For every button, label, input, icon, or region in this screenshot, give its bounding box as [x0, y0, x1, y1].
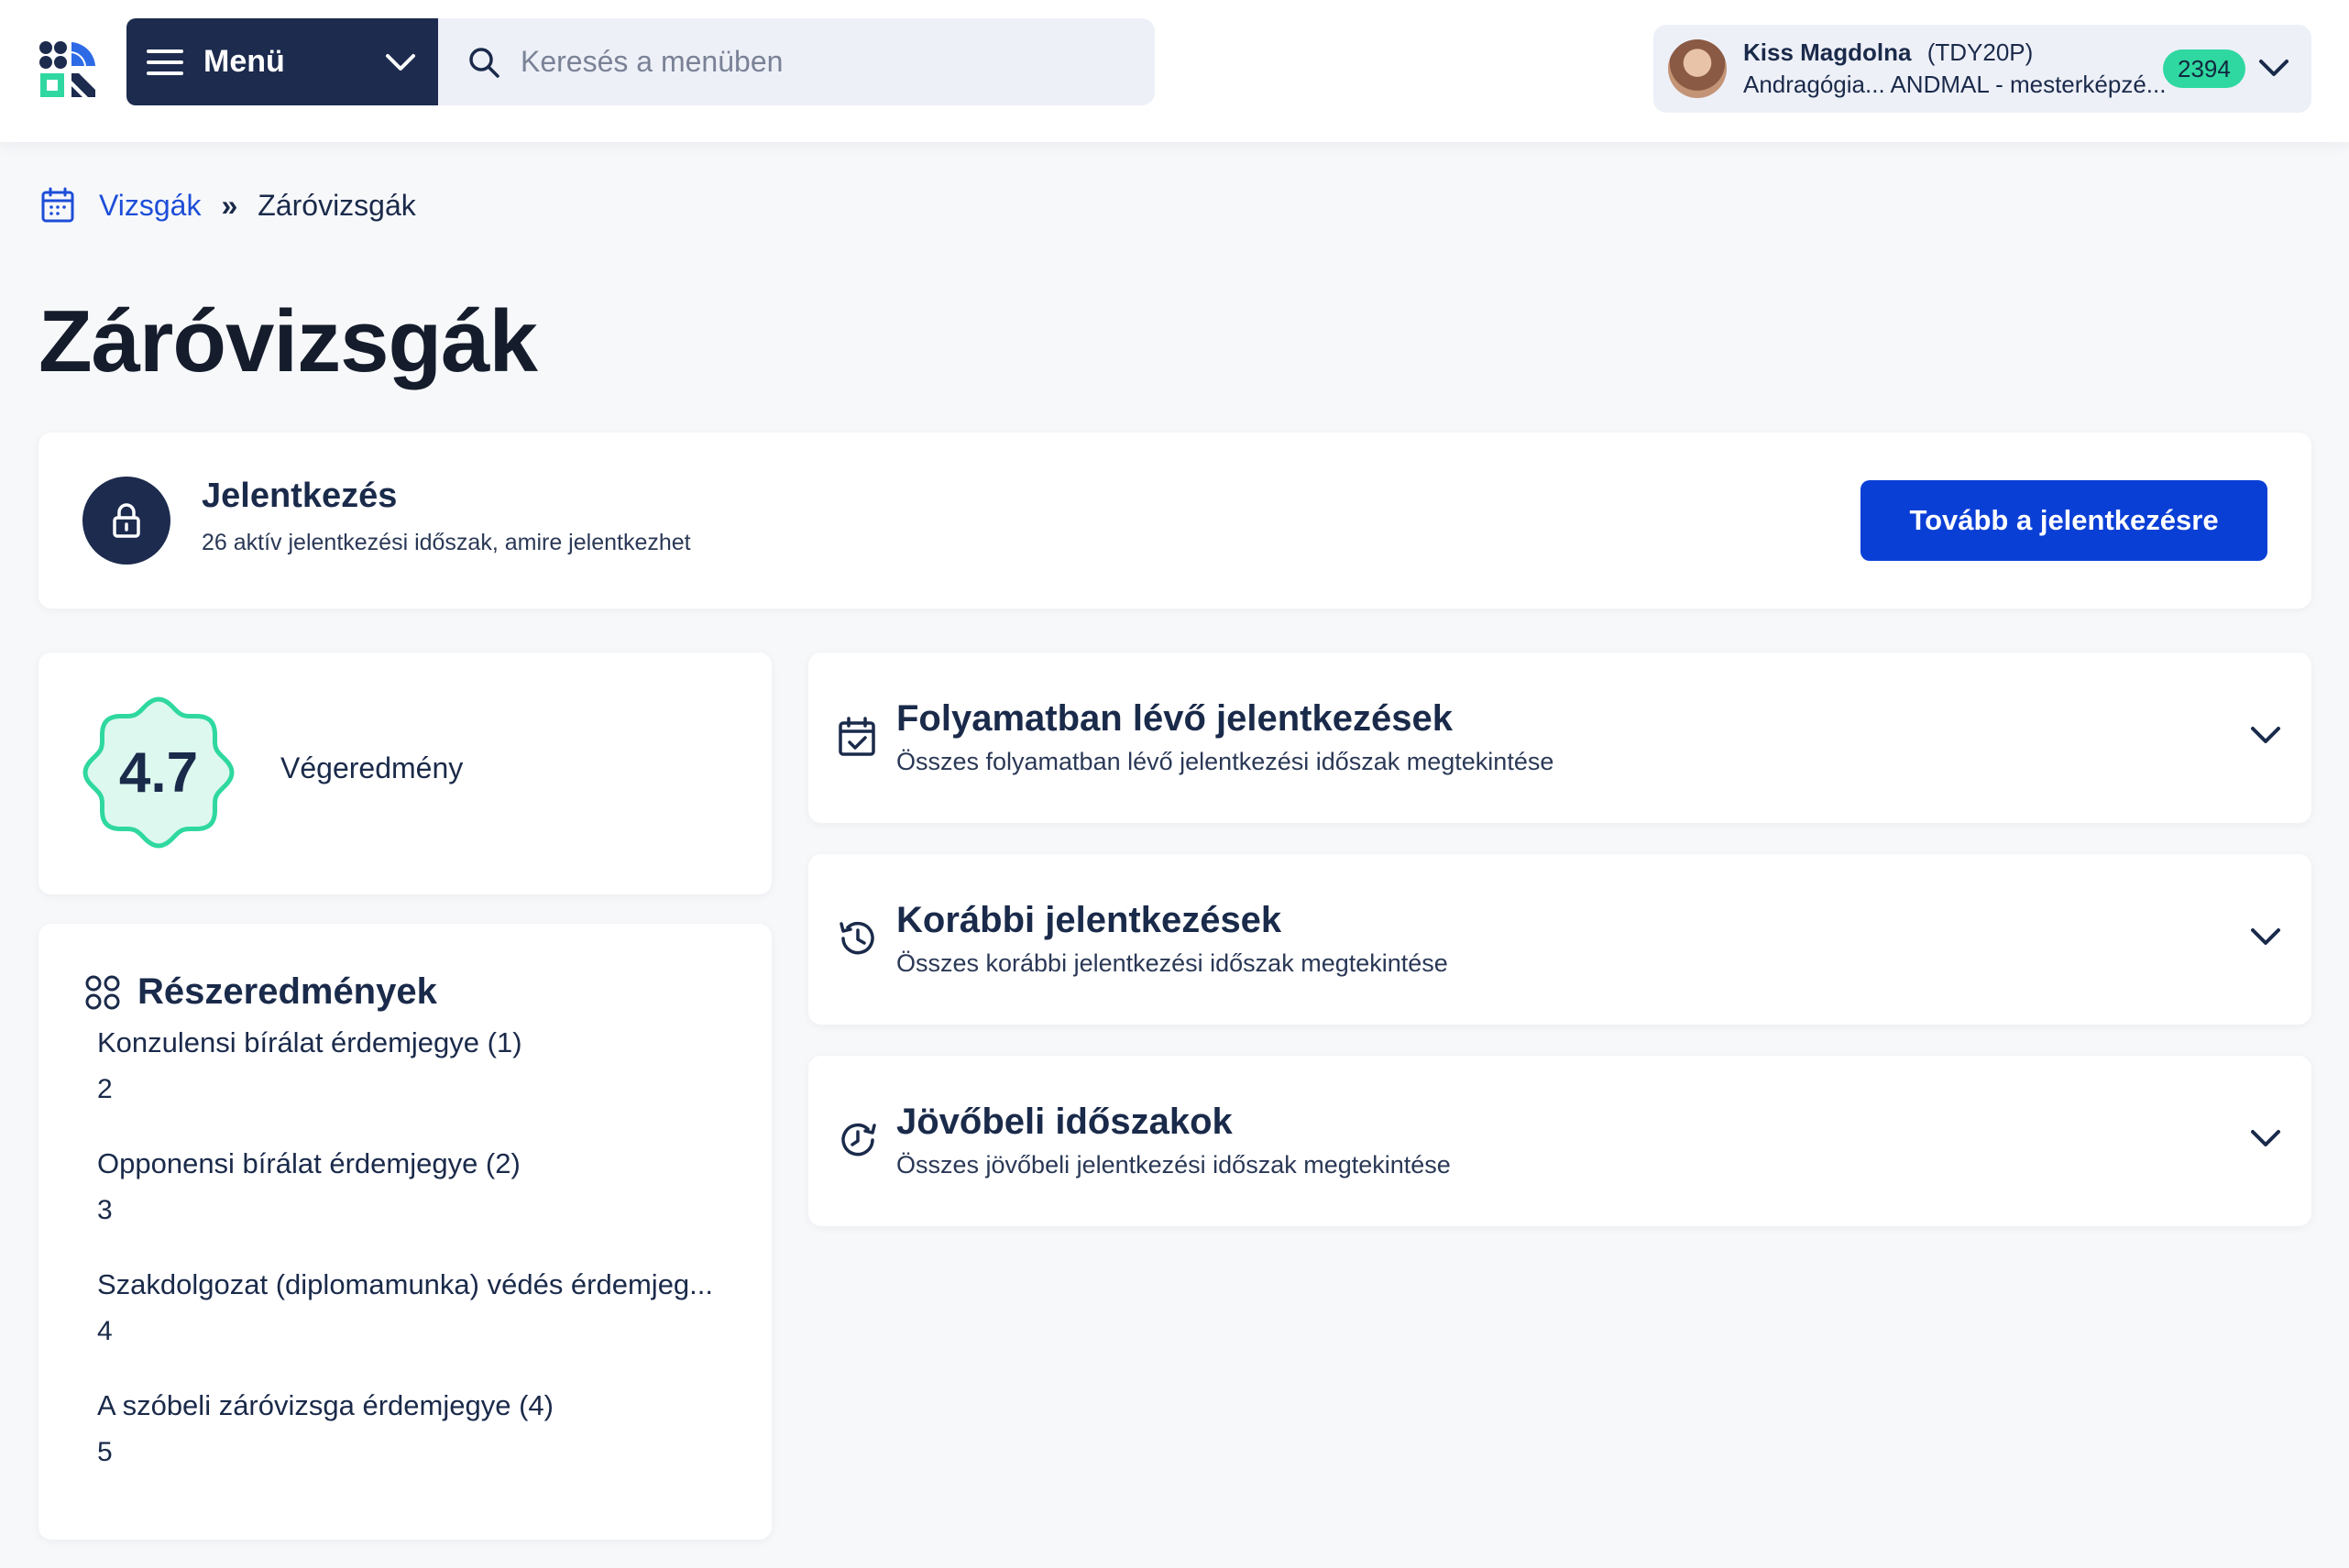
partial-results-card: Részeredmények Konzulensi bírálat érdemj…	[38, 924, 772, 1540]
menu-label: Menü	[203, 44, 285, 79]
registration-card: Jelentkezés 26 aktív jelentkezési idősza…	[38, 433, 2311, 609]
user-info: Kiss Magdolna (TDY20P) Andragógia... AND…	[1743, 38, 2165, 99]
chevron-down-icon	[2251, 928, 2280, 945]
continue-registration-button[interactable]: Tovább a jelentkezésre	[1861, 480, 2267, 561]
accordion-title: Korábbi jelentkezések	[896, 900, 1282, 940]
breadcrumb-link-vizsgak[interactable]: Vizsgák	[99, 189, 201, 223]
registration-title: Jelentkezés	[202, 477, 398, 515]
menu-button[interactable]: Menü	[126, 18, 438, 105]
search-icon	[469, 47, 499, 78]
avatar	[1668, 39, 1727, 98]
apps-grid-icon	[85, 975, 120, 1009]
accordion-subtitle: Összes folyamatban lévő jelentkezési idő…	[896, 748, 1554, 775]
chevron-down-icon	[2251, 1130, 2280, 1146]
accordion-subtitle: Összes korábbi jelentkezési időszak megt…	[896, 949, 1448, 977]
partial-result-value: 2	[97, 1074, 113, 1104]
partial-result-value: 5	[97, 1437, 113, 1467]
partial-result-name: Szakdolgozat (diplomamunka) védés érdemj…	[97, 1268, 714, 1300]
partial-result-name: Konzulensi bírálat érdemjegye (1)	[97, 1026, 522, 1058]
partial-result-name: A szóbeli záróvizsga érdemjegye (4)	[97, 1389, 554, 1421]
user-selector[interactable]: Kiss Magdolna (TDY20P) Andragógia... AND…	[1653, 25, 2311, 113]
lock-icon	[82, 477, 170, 565]
accordion-previous[interactable]: Korábbi jelentkezések Összes korábbi jel…	[808, 854, 2311, 1025]
page-title: Záróvizsgák	[38, 292, 538, 390]
history-icon	[840, 921, 874, 955]
partial-results-title: Részeredmények	[137, 971, 437, 1012]
breadcrumb-separator: »	[221, 188, 238, 222]
final-result-label: Végeredmény	[280, 751, 464, 784]
accordion-future[interactable]: Jövőbeli időszakok Összes jövőbeli jelen…	[808, 1056, 2311, 1226]
app-logo-icon[interactable]	[38, 40, 97, 99]
accordion-title: Folyamatban lévő jelentkezések	[896, 698, 1453, 739]
user-code: (TDY20P)	[1926, 38, 2034, 66]
partial-results-list: Konzulensi bírálat érdemjegye (1) 2 Oppo…	[97, 1026, 739, 1510]
notification-badge: 2394	[2163, 49, 2245, 88]
accordion-subtitle: Összes jövőbeli jelentkezési időszak meg…	[896, 1151, 1451, 1179]
search-input[interactable]	[521, 45, 1116, 79]
user-name: Kiss Magdolna	[1743, 38, 1912, 66]
breadcrumb-current: Záróvizsgák	[258, 188, 416, 222]
chevron-down-icon	[2251, 727, 2280, 743]
breadcrumb: Vizsgák » Záróvizsgák	[40, 185, 416, 225]
partial-result-name: Opponensi bírálat érdemjegye (2)	[97, 1147, 521, 1179]
partial-result-value: 3	[97, 1195, 113, 1225]
partial-result-value: 4	[97, 1316, 113, 1346]
accordion-in-progress[interactable]: Folyamatban lévő jelentkezések Összes fo…	[808, 652, 2311, 823]
list-item: A szóbeli záróvizsga érdemjegye (4) 5	[97, 1389, 739, 1510]
registration-subtitle: 26 aktív jelentkezési időszak, amire jel…	[202, 530, 691, 555]
chevron-down-icon	[2259, 60, 2289, 76]
list-item: Opponensi bírálat érdemjegye (2) 3	[97, 1147, 739, 1268]
hamburger-icon	[147, 49, 183, 75]
list-item: Szakdolgozat (diplomamunka) védés érdemj…	[97, 1268, 739, 1389]
calendar-icon	[41, 187, 74, 223]
chevron-down-icon	[386, 53, 415, 71]
final-result-card: 4.7 Végeredmény	[38, 652, 772, 894]
accordion-title: Jövőbeli időszakok	[896, 1102, 1233, 1142]
future-clock-icon	[841, 1123, 876, 1157]
final-grade-value: 4.7	[118, 740, 199, 805]
user-program: Andragógia... ANDMAL - mesterképzé...	[1743, 71, 2165, 98]
list-item: Konzulensi bírálat érdemjegye (1) 2	[97, 1026, 739, 1147]
search-box	[438, 18, 1155, 105]
calendar-check-icon	[839, 717, 875, 756]
top-bar: Menü Kiss Magdolna (TDY20P) Andragógia..…	[0, 0, 2349, 142]
